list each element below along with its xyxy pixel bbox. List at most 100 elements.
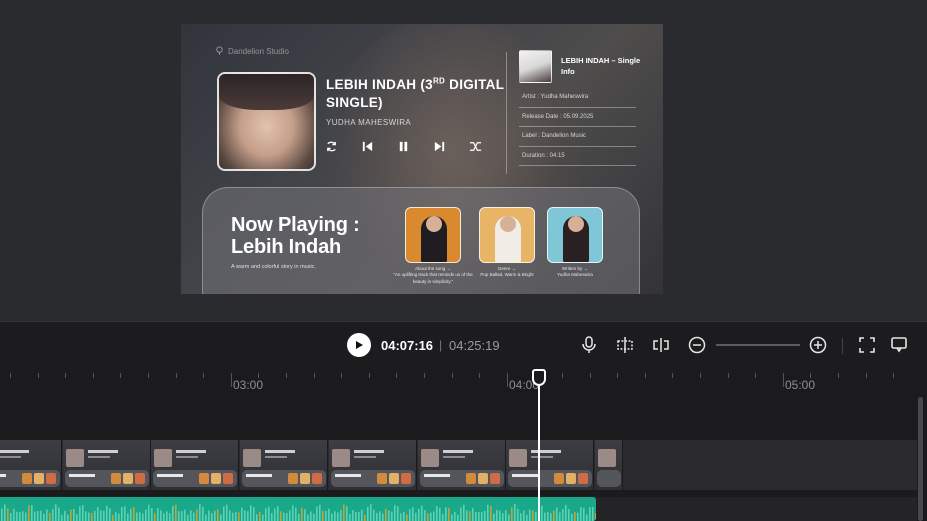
ruler-tick [755,373,756,378]
waveform-bar [544,512,546,521]
waveform-bar [280,511,282,521]
waveform-bar [520,513,522,521]
fullscreen-button[interactable] [857,335,877,355]
waveform-bar [292,505,294,521]
player-controls [323,138,483,154]
waveform-bar [421,505,423,521]
ruler-tick [286,373,287,378]
waveform-bar [370,504,372,521]
waveform-bar [358,512,360,521]
waveform-bar [19,512,21,521]
waveform-bar [52,508,54,521]
ruler-tick [396,373,397,378]
ruler-tick [893,373,894,378]
waveform-bar [580,506,582,521]
waveform-bar [238,512,240,521]
single-info-list: Artist : Yudha Maheswira Release Date : … [519,88,636,166]
waveform-bar [73,509,75,521]
waveform-bar [445,507,447,521]
video-frame-thumbnail [506,440,595,490]
waveform-bar [583,507,585,521]
waveform-bar [541,505,543,521]
waveform-bar [430,512,432,521]
waveform-bar [55,504,57,521]
waveform-bar [166,511,168,521]
waveform-bar [385,508,387,521]
waveform-bar [262,514,264,521]
waveform-bar [427,513,429,521]
split-button[interactable] [615,335,635,355]
audio-track[interactable] [0,497,917,521]
info-label: Label : Dandelion Music [519,127,636,147]
trim-icon [653,338,669,352]
video-preview[interactable]: Dandelion Studio LEBIH INDAH (3RD DIGITA… [181,24,663,294]
waveform-bar [337,512,339,521]
waveform-bar [220,514,222,521]
waveform-bar [367,506,369,521]
display-settings-button[interactable] [889,335,909,355]
waveform-bar [550,513,552,521]
play-button[interactable] [347,333,371,357]
waveform-bar [562,508,564,521]
waveform-bar [343,504,345,521]
waveform-bar [508,514,510,521]
waveform-bar [31,504,33,521]
waveform-bar [553,510,555,521]
waveform-bar [505,510,507,521]
audio-clip[interactable] [0,497,596,521]
timeline-scrollbar[interactable] [918,397,923,521]
ruler-tick [314,373,315,378]
waveform-bar [535,512,537,521]
waveform-bar [526,514,528,521]
waveform-bar [118,513,120,521]
ruler-tick [203,373,204,378]
waveform-bar [529,509,531,521]
timeline-panel[interactable]: 03:00 04:00 05:00 [0,369,927,521]
ruler-tick [672,373,673,378]
waveform-bar [313,513,315,521]
waveform-bar [394,505,396,521]
waveform-bar [409,509,411,521]
waveform-bar [361,509,363,521]
waveform-bar [469,511,471,521]
waveform-bar [460,507,462,521]
microphone-button[interactable] [579,335,599,355]
zoom-in-button[interactable] [808,335,828,355]
zoom-slider[interactable] [716,344,800,346]
waveform-bar [271,513,273,521]
waveform-bar [37,511,39,521]
video-track[interactable] [0,440,917,490]
waveform-bar [295,507,297,521]
waveform-bar [556,507,558,521]
ruler-tick [148,373,149,378]
waveform-bar [436,506,438,521]
waveform-bar [250,505,252,521]
zoom-out-button[interactable] [687,335,707,355]
waveform-bar [325,511,327,521]
waveform-bar [571,514,573,521]
time-separator: | [439,338,443,352]
waveform-bar [112,514,114,521]
toolbar-divider [842,338,843,354]
waveform-bar [28,505,30,521]
waveform-bar [457,514,459,521]
waveform-bar [577,512,579,521]
pause-icon [395,138,411,154]
waveform-bar [289,510,291,521]
waveform-bar [139,512,141,521]
waveform-bar [268,506,270,521]
waveform-bar [388,510,390,521]
waveform-bar [496,509,498,521]
waveform-bar [97,506,99,521]
ruler-tick [810,373,811,378]
timeline-ruler[interactable]: 03:00 04:00 05:00 [0,369,927,392]
info-release-date: Release Date : 05.09.2025 [519,108,636,127]
video-frame-thumbnail [594,440,623,490]
waveform-bar [517,508,519,521]
play-icon [356,341,363,349]
waveform-bar [484,510,486,521]
waveform-bar [304,509,306,521]
trim-button[interactable] [651,335,671,355]
waveform-bar [400,513,402,521]
playhead-handle[interactable] [532,369,546,386]
